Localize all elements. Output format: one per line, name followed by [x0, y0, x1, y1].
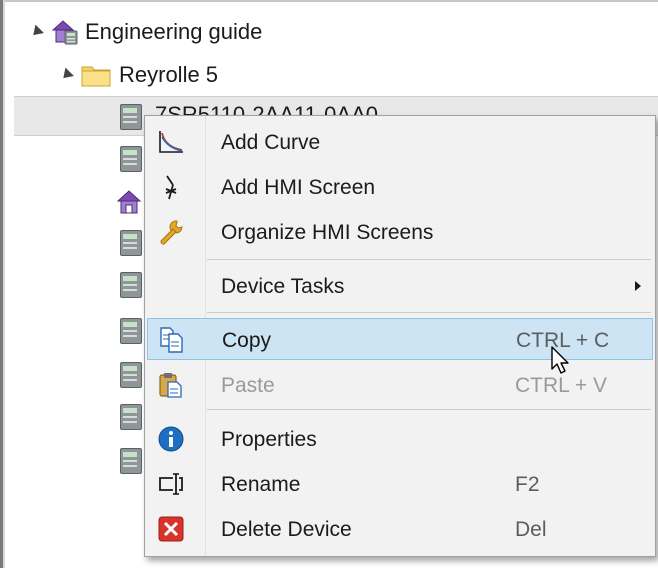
submenu-arrow-icon: [635, 281, 641, 291]
menu-separator: [207, 259, 651, 260]
device-icon: [120, 318, 142, 344]
menu-item-shortcut: F2: [515, 473, 540, 496]
device-icon: [120, 272, 142, 298]
menu-item-label: Properties: [221, 428, 317, 451]
menu-item-label: Delete Device: [221, 518, 352, 541]
menu-item-label: Rename: [221, 473, 301, 496]
menu-item-rename[interactable]: Rename F2: [147, 463, 653, 505]
menu-item-label: Device Tasks: [221, 275, 345, 298]
device-icon: [120, 448, 142, 474]
device-icon: [120, 404, 142, 430]
delete-icon: [157, 516, 185, 542]
menu-item-paste[interactable]: Paste CTRL + V: [147, 364, 653, 406]
house-icon: [116, 188, 145, 216]
device-icon: [120, 230, 142, 256]
mouse-cursor-icon: [550, 346, 572, 376]
menu-item-shortcut: Del: [515, 518, 547, 541]
tree-node-root-label: Engineering guide: [85, 19, 263, 44]
wrench-icon: [157, 219, 185, 245]
expanded-caret-icon[interactable]: [29, 24, 44, 40]
tree-node-folder-label: Reyrolle 5: [119, 62, 219, 87]
menu-item-device-tasks[interactable]: Device Tasks: [147, 265, 653, 307]
menu-separator: [207, 312, 651, 313]
curve-chart-icon: [157, 129, 185, 155]
project-home-icon: [51, 18, 79, 46]
menu-item-label: Paste: [221, 374, 275, 397]
expanded-caret-icon[interactable]: [59, 67, 74, 83]
menu-item-label: Organize HMI Screens: [221, 221, 434, 244]
menu-item-label: Add HMI Screen: [221, 176, 376, 199]
window-left-border-inner: [3, 0, 5, 568]
device-icon: [120, 362, 142, 388]
device-icon: [120, 146, 142, 172]
menu-item-properties[interactable]: Properties: [147, 418, 653, 460]
info-icon: [157, 426, 185, 452]
menu-item-shortcut: CTRL + V: [515, 374, 607, 397]
menu-item-copy[interactable]: Copy CTRL + C: [147, 318, 653, 360]
folder-icon: [81, 62, 111, 88]
context-menu: Add Curve Add HMI Screen Organize HMI Sc…: [144, 115, 656, 557]
menu-item-add-hmi-screen[interactable]: Add HMI Screen: [147, 166, 653, 208]
rename-icon: [157, 471, 185, 497]
menu-item-label: Copy: [222, 329, 272, 352]
tree-node-root[interactable]: Engineering guide: [29, 12, 263, 52]
menu-item-delete-device[interactable]: Delete Device Del: [147, 508, 653, 550]
menu-item-add-curve[interactable]: Add Curve: [147, 121, 653, 163]
device-icon: [120, 104, 142, 130]
window-top-border: [0, 0, 658, 2]
tree-node-folder[interactable]: Reyrolle 5: [59, 55, 219, 95]
hmi-cursor-icon: [157, 174, 185, 200]
menu-item-label: Add Curve: [221, 131, 321, 154]
paste-icon: [157, 372, 185, 398]
menu-separator: [207, 409, 651, 410]
copy-icon: [158, 327, 186, 353]
menu-item-organize-hmi-screens[interactable]: Organize HMI Screens: [147, 211, 653, 253]
